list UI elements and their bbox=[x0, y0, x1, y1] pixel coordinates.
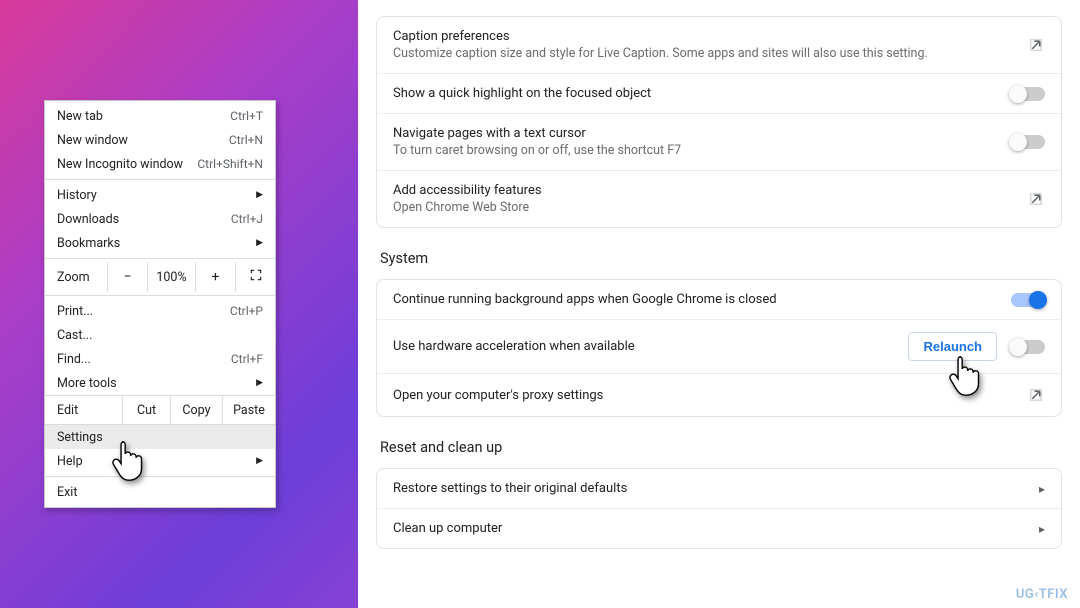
quick-highlight-row[interactable]: Show a quick highlight on the focused ob… bbox=[377, 73, 1061, 113]
proxy-settings-row[interactable]: Open your computer's proxy settings bbox=[377, 373, 1061, 416]
background-apps-row[interactable]: Continue running background apps when Go… bbox=[377, 280, 1061, 319]
menu-zoom: Zoom − 100% + bbox=[45, 262, 275, 292]
add-accessibility-sub: Open Chrome Web Store bbox=[393, 200, 1017, 215]
restore-defaults-row[interactable]: Restore settings to their original defau… bbox=[377, 469, 1061, 508]
menu-copy[interactable]: Copy bbox=[171, 396, 223, 424]
menu-label: Find... bbox=[57, 352, 231, 367]
external-link-icon bbox=[1027, 36, 1045, 54]
relaunch-button[interactable]: Relaunch bbox=[908, 332, 997, 361]
menu-history[interactable]: History ▶ bbox=[45, 183, 275, 207]
submenu-arrow-icon: ▶ bbox=[256, 190, 263, 200]
caret-browsing-row[interactable]: Navigate pages with a text cursor To tur… bbox=[377, 113, 1061, 170]
caret-browsing-toggle[interactable] bbox=[1011, 135, 1045, 149]
menu-label: Exit bbox=[57, 485, 263, 500]
external-link-icon bbox=[1027, 386, 1045, 404]
menu-shortcut: Ctrl+N bbox=[229, 133, 263, 147]
menu-edit-label: Edit bbox=[45, 396, 123, 424]
menu-downloads[interactable]: Downloads Ctrl+J bbox=[45, 207, 275, 231]
menu-shortcut: Ctrl+P bbox=[230, 304, 263, 318]
accessibility-card: Caption preferences Customize caption si… bbox=[376, 16, 1062, 228]
menu-label: Downloads bbox=[57, 212, 231, 227]
caret-browsing-sub: To turn caret browsing on or off, use th… bbox=[393, 143, 997, 158]
quick-highlight-toggle[interactable] bbox=[1011, 87, 1045, 101]
menu-new-window[interactable]: New window Ctrl+N bbox=[45, 128, 275, 152]
menu-label: New tab bbox=[57, 109, 230, 124]
zoom-value: 100% bbox=[147, 262, 195, 292]
quick-highlight-title: Show a quick highlight on the focused ob… bbox=[393, 86, 997, 101]
hardware-accel-toggle[interactable] bbox=[1011, 340, 1045, 354]
zoom-in-button[interactable]: + bbox=[195, 262, 235, 292]
menu-separator bbox=[45, 295, 275, 296]
menu-separator bbox=[45, 476, 275, 477]
menu-shortcut: Ctrl+F bbox=[231, 352, 263, 366]
menu-separator bbox=[45, 179, 275, 180]
chevron-right-icon: ▸ bbox=[1039, 522, 1045, 536]
menu-exit[interactable]: Exit bbox=[45, 480, 275, 504]
menu-more-tools[interactable]: More tools ▶ bbox=[45, 371, 275, 395]
menu-shortcut: Ctrl+T bbox=[230, 109, 263, 123]
zoom-out-button[interactable]: − bbox=[107, 262, 147, 292]
menu-shortcut: Ctrl+Shift+N bbox=[197, 157, 263, 171]
menu-bookmarks[interactable]: Bookmarks ▶ bbox=[45, 231, 275, 255]
menu-separator bbox=[45, 258, 275, 259]
caption-preferences-row[interactable]: Caption preferences Customize caption si… bbox=[377, 17, 1061, 73]
submenu-arrow-icon: ▶ bbox=[256, 238, 263, 248]
menu-cast[interactable]: Cast... bbox=[45, 323, 275, 347]
menu-find[interactable]: Find... Ctrl+F bbox=[45, 347, 275, 371]
fullscreen-icon bbox=[249, 268, 263, 286]
restore-defaults-title: Restore settings to their original defau… bbox=[393, 481, 1029, 496]
menu-label: More tools bbox=[57, 376, 256, 391]
menu-label: Bookmarks bbox=[57, 236, 256, 251]
caption-preferences-title: Caption preferences bbox=[393, 29, 1017, 44]
caret-browsing-title: Navigate pages with a text cursor bbox=[393, 126, 997, 141]
menu-new-tab[interactable]: New tab Ctrl+T bbox=[45, 104, 275, 128]
proxy-settings-title: Open your computer's proxy settings bbox=[393, 388, 1017, 403]
menu-print[interactable]: Print... Ctrl+P bbox=[45, 299, 275, 323]
menu-paste[interactable]: Paste bbox=[223, 396, 275, 424]
system-card: Continue running background apps when Go… bbox=[376, 279, 1062, 417]
add-accessibility-row[interactable]: Add accessibility features Open Chrome W… bbox=[377, 170, 1061, 227]
menu-cut[interactable]: Cut bbox=[123, 396, 171, 424]
watermark: UG‹TFIX bbox=[1016, 587, 1068, 602]
reset-section-title: Reset and clean up bbox=[380, 439, 1062, 456]
background-apps-title: Continue running background apps when Go… bbox=[393, 292, 997, 307]
chrome-context-menu[interactable]: New tab Ctrl+T New window Ctrl+N New Inc… bbox=[44, 100, 276, 508]
fullscreen-button[interactable] bbox=[235, 262, 275, 292]
system-section-title: System bbox=[380, 250, 1062, 267]
menu-shortcut: Ctrl+J bbox=[231, 212, 263, 226]
chevron-right-icon: ▸ bbox=[1039, 482, 1045, 496]
cleanup-computer-title: Clean up computer bbox=[393, 521, 1029, 536]
menu-label: History bbox=[57, 188, 256, 203]
hardware-accel-title: Use hardware acceleration when available bbox=[393, 339, 898, 354]
caption-preferences-sub: Customize caption size and style for Liv… bbox=[393, 46, 1017, 61]
menu-settings[interactable]: Settings bbox=[45, 425, 275, 449]
menu-label: Print... bbox=[57, 304, 230, 319]
menu-label: Cast... bbox=[57, 328, 263, 343]
add-accessibility-title: Add accessibility features bbox=[393, 183, 1017, 198]
menu-edit-row: Edit Cut Copy Paste bbox=[45, 395, 275, 425]
background-apps-toggle[interactable] bbox=[1011, 293, 1045, 307]
cleanup-computer-row[interactable]: Clean up computer ▸ bbox=[377, 508, 1061, 548]
settings-panel: Caption preferences Customize caption si… bbox=[358, 0, 1080, 608]
submenu-arrow-icon: ▶ bbox=[256, 456, 263, 466]
menu-help[interactable]: Help ▶ bbox=[45, 449, 275, 473]
menu-label: Zoom bbox=[57, 270, 107, 285]
menu-new-incognito[interactable]: New Incognito window Ctrl+Shift+N bbox=[45, 152, 275, 176]
menu-label: New Incognito window bbox=[57, 157, 197, 172]
reset-card: Restore settings to their original defau… bbox=[376, 468, 1062, 549]
menu-label: New window bbox=[57, 133, 229, 148]
menu-label: Settings bbox=[57, 430, 263, 445]
menu-label: Help bbox=[57, 454, 256, 469]
external-link-icon bbox=[1027, 190, 1045, 208]
submenu-arrow-icon: ▶ bbox=[256, 378, 263, 388]
hardware-accel-row[interactable]: Use hardware acceleration when available… bbox=[377, 319, 1061, 373]
